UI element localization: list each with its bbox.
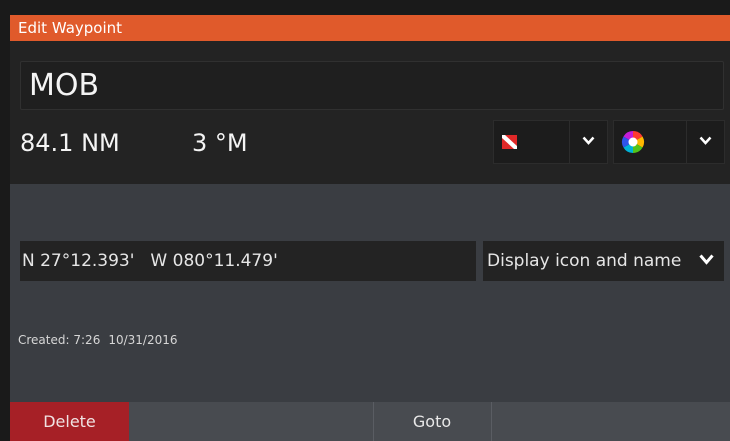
dialog-title: Edit Waypoint <box>18 19 123 37</box>
created-time: 7:26 <box>73 333 101 347</box>
waypoint-name-field[interactable]: MOB <box>20 61 724 110</box>
waypoint-details-panel: N 27°12.393' W 080°11.479' Display icon a… <box>10 184 730 402</box>
bearing-readout: 3 °M <box>192 129 248 157</box>
delete-button[interactable]: Delete <box>10 402 129 441</box>
display-mode-value: Display icon and name <box>487 251 682 271</box>
waypoint-color-dropdown[interactable] <box>613 120 725 164</box>
chevron-down-icon <box>699 136 712 145</box>
created-info: Created: 7:26 10/31/2016 <box>18 333 178 347</box>
diver-down-flag-icon <box>502 135 517 149</box>
created-date: 10/31/2016 <box>108 333 178 347</box>
waypoint-icon-dropdown[interactable] <box>493 120 608 164</box>
position-field[interactable]: N 27°12.393' W 080°11.479' <box>20 241 476 281</box>
goto-button[interactable]: Goto <box>373 402 491 441</box>
longitude-value: W 080°11.479' <box>150 251 278 271</box>
button-divider <box>491 402 492 441</box>
latitude-value: N 27°12.393' <box>22 251 135 271</box>
action-button-bar: Delete Goto <box>10 402 730 441</box>
waypoint-header-panel: MOB 84.1 NM 3 °M <box>10 41 730 184</box>
created-label: Created: <box>18 333 70 347</box>
color-wheel-icon <box>621 131 645 153</box>
color-dropdown-arrow[interactable] <box>686 121 724 163</box>
distance-readout: 84.1 NM <box>20 129 120 157</box>
display-mode-dropdown[interactable]: Display icon and name <box>483 241 724 281</box>
icon-dropdown-arrow[interactable] <box>569 121 607 163</box>
chevron-down-icon <box>582 136 595 145</box>
dialog-title-bar: Edit Waypoint <box>10 15 730 41</box>
chevron-down-icon <box>699 254 714 265</box>
